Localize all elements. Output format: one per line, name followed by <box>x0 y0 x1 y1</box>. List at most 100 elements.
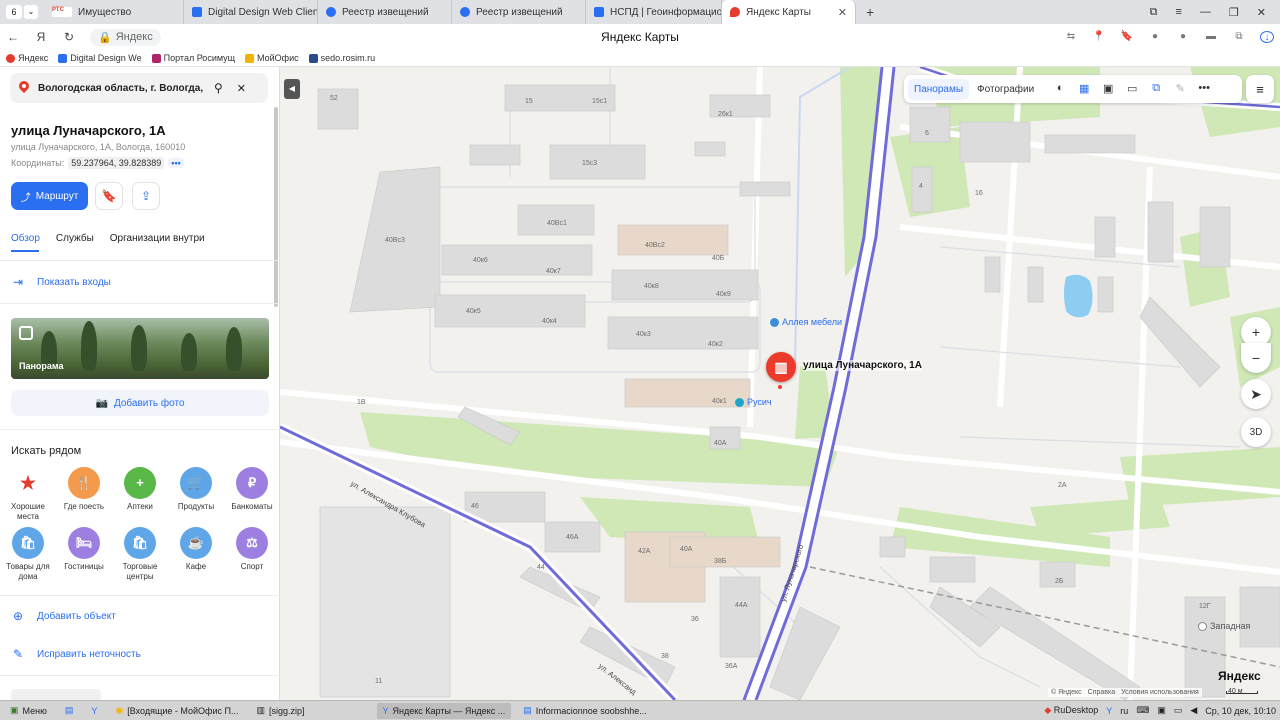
close-window-icon[interactable]: ✕ <box>1257 6 1266 19</box>
keyboard-icon[interactable]: ⌨ <box>1136 705 1149 716</box>
close-tab-icon[interactable]: ✕ <box>830 6 847 19</box>
photos-button[interactable]: Фотографии <box>977 84 1034 95</box>
clock[interactable]: Ср, 10 дек, 10:10 <box>1205 706 1276 716</box>
fix-error-link[interactable]: ✎ Исправить неточность <box>11 647 141 661</box>
more-icon[interactable]: ••• <box>1196 82 1212 96</box>
tab-services[interactable]: Службы <box>56 233 94 244</box>
poi-rusich[interactable]: Русич <box>735 397 772 407</box>
poi-zapadnaya[interactable]: Западная <box>1198 621 1250 631</box>
downloads-icon[interactable]: ↓ <box>1260 31 1274 43</box>
tab-organizations[interactable]: Организации внутри <box>110 233 205 244</box>
new-tab-button[interactable]: + <box>856 4 884 20</box>
tab-nspd[interactable]: НСПД | Геоинформацион <box>586 0 722 24</box>
sidebar-scrollbar[interactable] <box>274 107 278 307</box>
bookmark-myoffice[interactable]: МойОфис <box>245 53 299 63</box>
save-bookmark-button[interactable]: 🔖 <box>95 182 123 210</box>
bookmark-icon[interactable]: 🔖 <box>1120 31 1134 43</box>
rudesktop-tray[interactable]: ◆ RuDesktop <box>1044 705 1098 716</box>
map-view[interactable]: 52 15 15с1 26к1 15с3 40Вс3 40Вс1 40Вс2 4… <box>280 67 1280 700</box>
bus-icon[interactable]: ▭ <box>1124 82 1140 96</box>
tab-overview[interactable]: Обзор <box>11 233 40 244</box>
category-groceries[interactable]: 🛒 Продукты <box>168 467 224 512</box>
volume-icon[interactable]: ◀ <box>1190 705 1197 716</box>
extension2-icon[interactable]: ● <box>1176 31 1190 43</box>
coords-value[interactable]: 59.237964, 39.828389 <box>68 157 165 169</box>
extension-icon[interactable]: ● <box>1148 31 1162 43</box>
url-field[interactable]: 🔒 Яндекс <box>90 28 161 46</box>
bookmark-digital-design[interactable]: Digital Design We <box>58 53 142 63</box>
show-entrances-link[interactable]: ⇥ Показать входы <box>11 275 111 289</box>
category-hotels[interactable]: 🛏 Гостиницы <box>56 527 112 572</box>
category-pharmacy[interactable]: + Аптеки <box>112 467 168 512</box>
file-manager-icon[interactable]: ▤ <box>59 703 80 719</box>
layers-icon[interactable]: ◐ <box>1052 82 1068 96</box>
camera-icon[interactable]: ▣ <box>1100 82 1116 96</box>
route-button[interactable]: ⤴ Маршрут <box>11 182 88 210</box>
ruler-icon[interactable]: ✎ <box>1172 82 1188 96</box>
reload-icon[interactable]: ↻ <box>62 30 76 44</box>
copy-icon[interactable]: ⧉ <box>1148 82 1164 96</box>
minimize-icon[interactable]: — <box>1200 6 1211 19</box>
more-coords-button[interactable]: ••• <box>168 158 184 168</box>
taskbar-item-yandex-maps[interactable]: Y Яндекс Карты — Яндекс ... <box>376 702 512 719</box>
copyright[interactable]: © Яндекс <box>1051 689 1082 696</box>
category-cafe[interactable]: ☕ Кафе <box>168 527 224 572</box>
tab-reestr-2[interactable]: Реестр извещений <box>452 0 586 24</box>
yandex-home-icon[interactable]: Я <box>34 30 48 44</box>
close-icon[interactable]: ✕ <box>237 82 246 95</box>
panoramas-button[interactable]: Панорамы <box>908 78 970 100</box>
bookmark-rosim-portal[interactable]: Портал Росимущ <box>151 53 235 63</box>
category-sport[interactable]: ⚖ Спорт <box>224 527 279 572</box>
category-good-places[interactable]: ★ Хорошие места <box>0 467 56 522</box>
restore-icon[interactable]: ❐ <box>1229 6 1239 19</box>
bookmark-yandex[interactable]: Яндекс <box>6 53 48 63</box>
back-icon[interactable]: ← <box>6 30 20 44</box>
view-3d-button[interactable]: 3D <box>1241 417 1271 447</box>
share-button[interactable]: ⇪ <box>132 182 160 210</box>
search-icon[interactable]: ⚲ <box>214 81 223 95</box>
taskbar-item-document[interactable]: ▤ Informacionnoe soobshhe... <box>517 703 653 719</box>
menu-icon[interactable]: ≡ <box>1175 6 1181 19</box>
tab-imushchestvo[interactable]: РТС Имущество <box>44 0 184 24</box>
map-layer-icon[interactable]: ▦ <box>1076 82 1092 96</box>
extension3-icon[interactable]: ▬ <box>1204 31 1218 43</box>
start-menu-button[interactable]: ▣ Меню <box>4 703 53 719</box>
help-link[interactable]: Справка <box>1088 689 1115 696</box>
add-object-link[interactable]: ⊕ Добавить объект <box>11 609 116 623</box>
tab-counter[interactable]: 6 ⌄ <box>0 5 44 19</box>
tabs-icon[interactable]: ⧉ <box>1150 6 1158 19</box>
category-atm[interactable]: ₽ Банкоматы <box>224 467 279 512</box>
category-food[interactable]: 🍴 Где поесть <box>56 467 112 512</box>
category-malls[interactable]: 🛍 Торговые центры <box>112 527 168 582</box>
extension4-icon[interactable]: ⧉ <box>1232 31 1246 43</box>
search-input[interactable]: Вологодская область, г. Вологда, ул. <box>38 83 206 94</box>
panorama-preview[interactable]: Панорама <box>11 318 269 379</box>
collapsed-button[interactable] <box>11 689 101 700</box>
reader-icon[interactable]: ⇆ <box>1064 31 1078 43</box>
map-canvas[interactable]: 52 15 15с1 26к1 15с3 40Вс3 40Вс1 40Вс2 4… <box>280 67 1280 700</box>
collapse-sidebar-button[interactable]: ◀ <box>284 79 300 99</box>
add-photo-button[interactable]: 📷 Добавить фото <box>11 390 269 416</box>
taskbar-item-myoffice[interactable]: ◉ [Входящие - МойОфис П... <box>109 703 244 719</box>
terms-link[interactable]: Условия использования <box>1121 689 1199 696</box>
tab-yandex-maps[interactable]: Яндекс Карты ✕ <box>722 0 856 24</box>
place-marker[interactable]: ▥ <box>766 352 796 382</box>
chevron-down-icon[interactable]: ⌄ <box>24 5 38 19</box>
poi-alleya-mebeli[interactable]: Аллея мебели <box>770 317 842 327</box>
network-icon[interactable]: ▭ <box>1174 705 1183 716</box>
clipboard-icon[interactable]: ▣ <box>1157 705 1166 716</box>
locate-me-button[interactable]: ➤ <box>1241 379 1271 409</box>
tab-label: НСПД | Геоинформацион <box>610 6 722 18</box>
bookmark-sedo[interactable]: sedo.rosim.ru <box>308 53 375 63</box>
tab-digital-design[interactable]: Digital Design Web Client <box>184 0 318 24</box>
category-home-goods[interactable]: 🛍 Товары для дома <box>0 527 56 582</box>
menu-button[interactable]: ≡ <box>1246 75 1274 103</box>
taskbar-item-archive[interactable]: ▥ [sigg.zip] <box>250 703 310 719</box>
search-box[interactable]: Вологодская область, г. Вологда, ул. ⚲ ✕ <box>10 73 268 103</box>
location-icon[interactable]: 📍 <box>1092 31 1106 43</box>
tab-reestr-1[interactable]: Реестр извещений <box>318 0 452 24</box>
browser-icon[interactable]: Y <box>85 703 103 719</box>
yandex-tray-icon[interactable]: Y <box>1106 706 1112 716</box>
zoom-out-button[interactable]: − <box>1241 343 1271 373</box>
language-indicator[interactable]: ru <box>1120 706 1128 716</box>
